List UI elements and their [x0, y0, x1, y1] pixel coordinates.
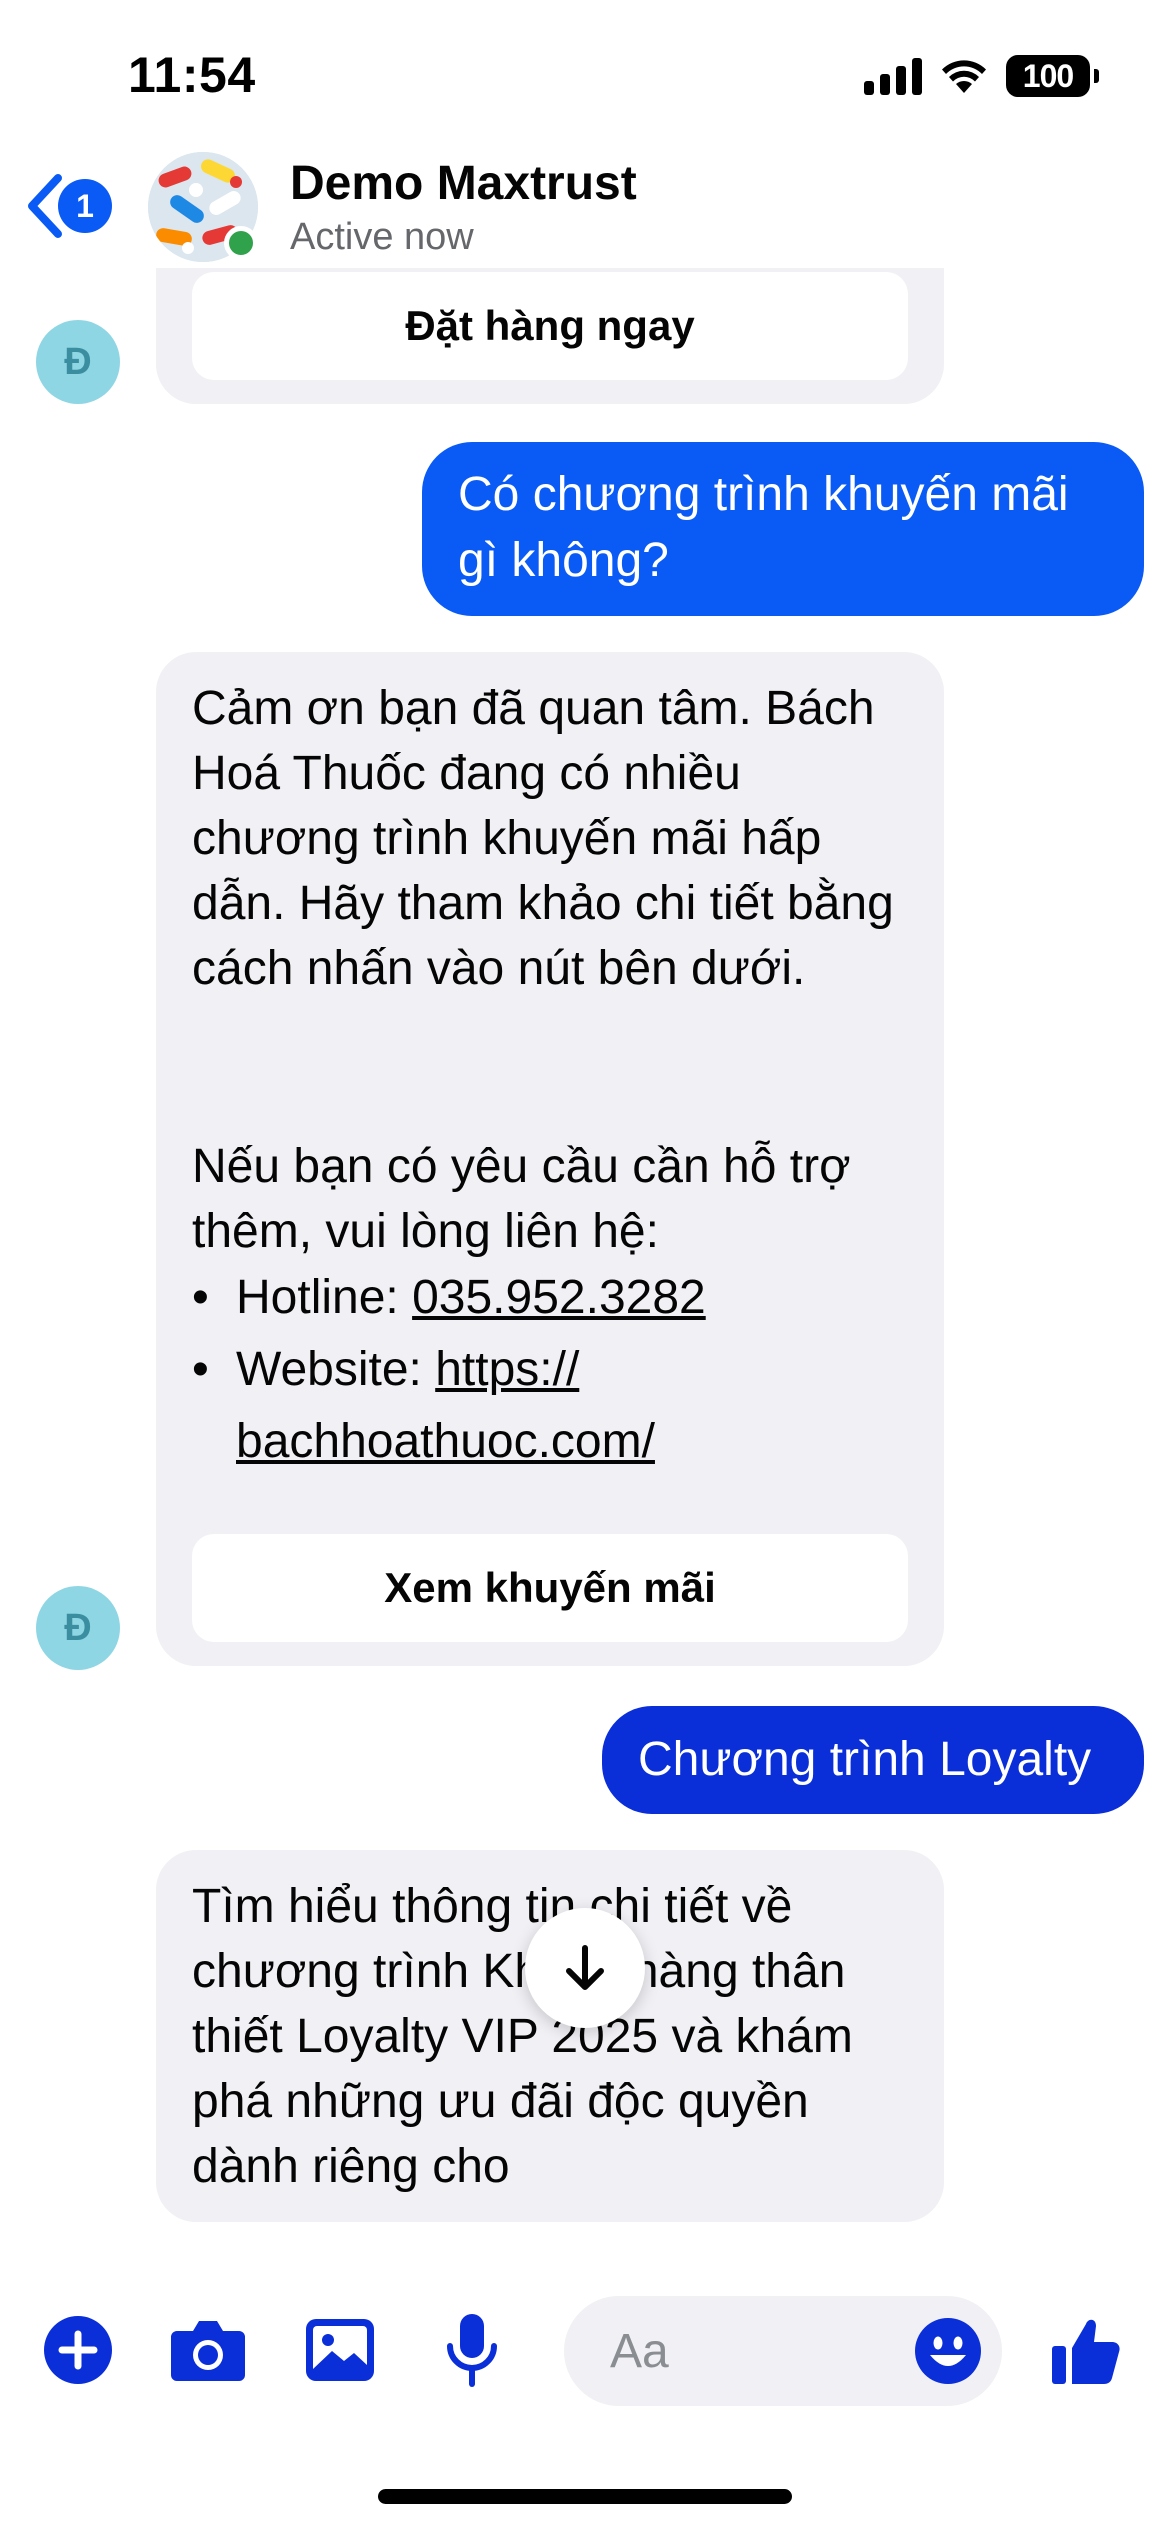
- bot-message-contact-text: Nếu bạn có yêu cầu cần hỗ trợ thêm, vui …: [192, 1140, 851, 1258]
- bot-message-bubble: Tìm hiểu thông tin chi tiết về chương tr…: [156, 1850, 944, 2222]
- gallery-button[interactable]: [300, 2310, 380, 2390]
- unread-badge: 1: [58, 179, 112, 233]
- plus-circle-icon: [44, 2316, 112, 2384]
- view-promotions-button[interactable]: Xem khuyến mãi: [192, 1534, 908, 1642]
- chat-header: 1 Demo Maxtrust Active now: [0, 150, 1170, 268]
- user-message-bubble: Chương trình Loyalty: [602, 1706, 1144, 1814]
- website-link-part2[interactable]: bachhoathuoc.com/: [236, 1415, 655, 1468]
- cellular-signal-icon: [864, 57, 922, 95]
- bot-message-bubble: Cảm ơn bạn đã quan tâm. Bách Hoá Thuốc đ…: [156, 652, 944, 1666]
- thumbs-up-icon: [1052, 2319, 1120, 2384]
- hotline-link[interactable]: 035.952.3282: [412, 1271, 706, 1324]
- home-indicator[interactable]: [378, 2489, 792, 2504]
- back-button[interactable]: 1: [22, 172, 112, 240]
- status-bar: 11:54 100: [0, 0, 1170, 150]
- user-message-text: Chương trình Loyalty: [638, 1733, 1092, 1786]
- status-time: 11:54: [128, 47, 256, 103]
- hotline-row: • Hotline: 035.952.3282: [192, 1262, 908, 1334]
- website-row: • Website: https:// bachhoathuoc.com/: [192, 1334, 908, 1478]
- photo-icon: [306, 2319, 374, 2381]
- sender-avatar[interactable]: Đ: [36, 320, 120, 404]
- website-label: Website:: [236, 1343, 436, 1396]
- scroll-to-bottom-button[interactable]: [525, 1908, 645, 2028]
- status-icons: 100: [864, 52, 1099, 100]
- message-input-field[interactable]: [564, 2296, 1002, 2406]
- composer-bar: [0, 2270, 1170, 2430]
- camera-button[interactable]: [168, 2310, 248, 2390]
- camera-icon: [171, 2321, 245, 2381]
- wifi-icon: [942, 60, 986, 93]
- like-button[interactable]: [1046, 2310, 1126, 2390]
- contact-bullet-list: • Hotline: 035.952.3282 • Website: https…: [192, 1262, 908, 1478]
- add-button[interactable]: [38, 2310, 118, 2390]
- microphone-icon: [447, 2314, 497, 2387]
- contact-name[interactable]: Demo Maxtrust: [290, 156, 637, 211]
- message-input[interactable]: [610, 2296, 910, 2406]
- user-message-text: Có chương trình khuyến mãi gì không?: [458, 468, 1069, 587]
- sender-avatar[interactable]: Đ: [36, 1586, 120, 1670]
- order-now-button[interactable]: Đặt hàng ngay: [192, 272, 908, 380]
- hotline-label: Hotline:: [236, 1271, 413, 1324]
- bullet-icon: •: [192, 1271, 209, 1324]
- bot-message-text: Cảm ơn bạn đã quan tâm. Bách Hoá Thuốc đ…: [192, 682, 894, 995]
- arrow-down-icon: [566, 1945, 604, 1990]
- smiley-icon[interactable]: [914, 2317, 982, 2385]
- messenger-chat-screen: 11:54 100 1 Demo Maxtrust Active now Đặt…: [0, 0, 1170, 2532]
- bullet-icon: •: [192, 1343, 209, 1396]
- contact-status: Active now: [290, 216, 474, 258]
- microphone-button[interactable]: [432, 2310, 512, 2390]
- online-indicator: [224, 226, 258, 260]
- battery-icon: 100: [1006, 55, 1099, 97]
- bot-card-bubble: Đặt hàng ngay: [156, 268, 944, 404]
- website-link-part1[interactable]: https://: [435, 1343, 579, 1396]
- user-message-bubble: Có chương trình khuyến mãi gì không?: [422, 442, 1144, 616]
